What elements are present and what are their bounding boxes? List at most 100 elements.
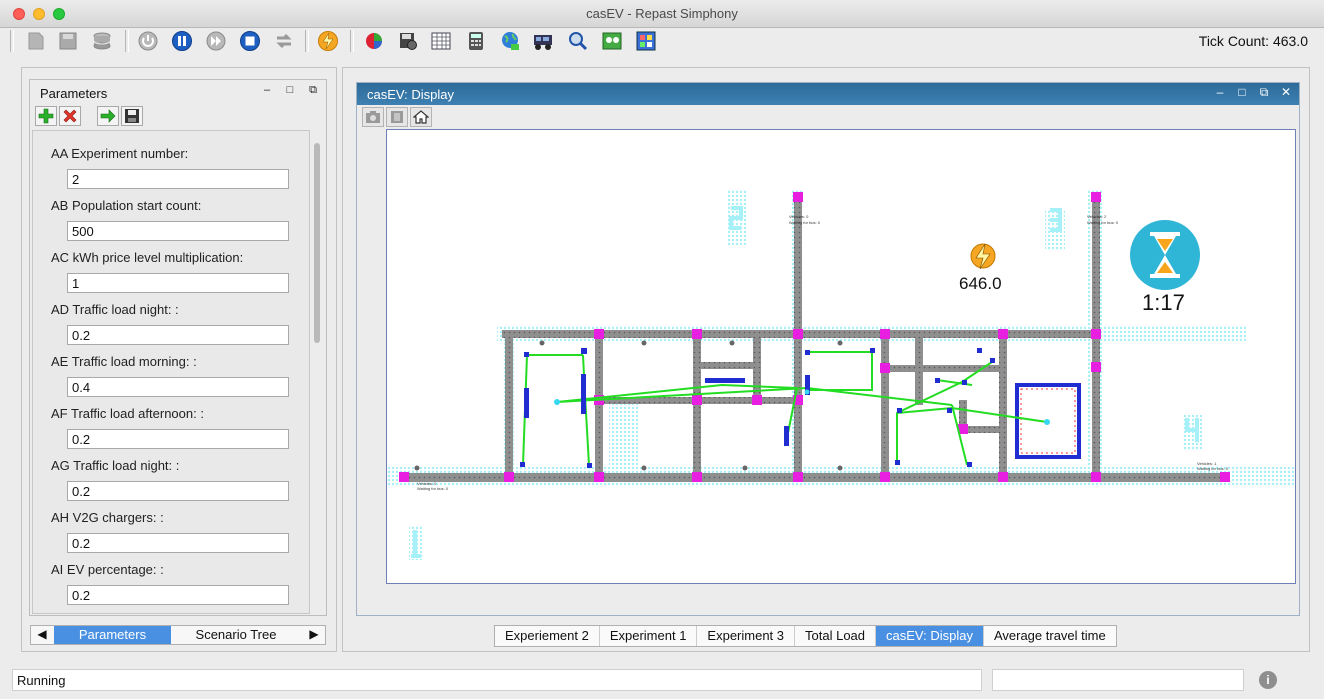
left-tab-bar: ◀ Parameters Scenario Tree ▶: [30, 625, 326, 645]
remove-parameter-button[interactable]: [59, 106, 81, 126]
maximize-panel-button[interactable]: □: [283, 84, 297, 98]
delete-icon: [63, 109, 77, 123]
tab-scenario-tree[interactable]: Scenario Tree: [171, 626, 301, 644]
lightning-icon: [318, 31, 338, 51]
tab-parameters[interactable]: Parameters: [54, 626, 171, 644]
parameter-input-experiment-number[interactable]: 2: [67, 169, 289, 189]
display-maximize-button[interactable]: □: [1234, 85, 1250, 101]
parameter-label: AA Experiment number:: [51, 146, 189, 161]
reset-icon: [276, 33, 292, 49]
parameter-label: AC kWh price level multiplication:: [51, 250, 244, 265]
parameters-title: Parameters: [40, 86, 108, 101]
database-icon: [93, 32, 111, 50]
init-icon: [138, 31, 158, 51]
info-icon[interactable]: i: [1259, 671, 1277, 689]
energy-value: 646.0: [959, 274, 1002, 293]
svg-text:Waiting for bus: 0: Waiting for bus: 0: [789, 220, 821, 225]
pause-button[interactable]: [169, 29, 195, 53]
parameter-input-traffic-load-afternoon[interactable]: 0.2: [67, 429, 289, 449]
toolbar-separator: [350, 30, 354, 52]
grid-icon: [431, 32, 451, 50]
snapshot-button[interactable]: [362, 107, 384, 127]
chart-icon: [366, 33, 382, 49]
camera-icon: [366, 111, 380, 123]
scrollbar-thumb[interactable]: [314, 143, 320, 343]
parameter-label: AH V2G chargers: :: [51, 510, 164, 525]
arrow-right-icon: [100, 109, 116, 123]
model-button[interactable]: [633, 29, 659, 53]
display-title: casEV: Display: [367, 87, 454, 102]
status-text: Running: [12, 669, 982, 691]
tab-total-load[interactable]: Total Load: [795, 626, 877, 646]
tab-scroll-right-button[interactable]: ▶: [303, 626, 325, 644]
init-button[interactable]: [135, 29, 161, 53]
run-button[interactable]: [315, 29, 341, 53]
search-icon: [569, 32, 588, 51]
save-project-icon: [28, 32, 44, 50]
calculator-button[interactable]: [463, 29, 489, 53]
tab-experiement-2[interactable]: Experiement 2: [495, 626, 600, 646]
time-value: 1:17: [1142, 290, 1185, 315]
bottom-tab-bar: Experiement 2 Experiment 1 Experiment 3 …: [494, 625, 1117, 647]
parameter-label: AG Traffic load night: :: [51, 458, 180, 473]
toolbar-separator: [305, 30, 309, 52]
parameter-input-kwh-price-multiplication[interactable]: 1: [67, 273, 289, 293]
parameters-box: Parameters – □ ⧉ AA Experiment number: 2…: [29, 79, 327, 616]
tab-casev-display[interactable]: casEV: Display: [876, 626, 984, 646]
restore-panel-button[interactable]: ⧉: [306, 84, 320, 98]
parameter-label: AD Traffic load night: :: [51, 302, 179, 317]
tab-average-travel-time[interactable]: Average travel time: [984, 626, 1116, 646]
display-close-button[interactable]: ✕: [1278, 85, 1294, 101]
add-parameter-button[interactable]: [35, 106, 57, 126]
grid-button[interactable]: [428, 29, 454, 53]
display-restore-button[interactable]: ⧉: [1256, 85, 1272, 101]
parameter-input-v2g-chargers[interactable]: 0.2: [67, 533, 289, 553]
movie-button[interactable]: [386, 107, 408, 127]
search-button[interactable]: [565, 29, 591, 53]
batch-button[interactable]: [530, 29, 556, 53]
parameter-input-population-start-count[interactable]: 500: [67, 221, 289, 241]
display-minimize-button[interactable]: –: [1212, 85, 1228, 101]
parameter-label: AI EV percentage: :: [51, 562, 164, 577]
save-parameters-button[interactable]: [121, 106, 143, 126]
parameter-input-traffic-load-morning[interactable]: 0.4: [67, 377, 289, 397]
chart-button[interactable]: [361, 29, 387, 53]
tab-scroll-left-button[interactable]: ◀: [31, 626, 53, 644]
road-network-map: Vehicles: 0 Waiting for bus: 0 Vehicles:…: [387, 190, 1295, 560]
display-window: casEV: Display – □ ⧉ ✕ Vehicles: 0 Waiti…: [356, 82, 1300, 616]
image-button[interactable]: [599, 29, 625, 53]
reset-button[interactable]: [271, 29, 297, 53]
parameters-header: Parameters – □ ⧉: [30, 80, 326, 104]
home-view-button[interactable]: [410, 107, 432, 127]
import-parameters-button[interactable]: [97, 106, 119, 126]
globe-button[interactable]: [497, 29, 523, 53]
status-bar: Running i: [0, 667, 1324, 699]
save-project-button[interactable]: [23, 29, 49, 53]
parameters-scrollbar[interactable]: [312, 133, 322, 611]
parameter-input-ev-percentage[interactable]: 0.2: [67, 585, 289, 605]
tab-experiment-1[interactable]: Experiment 1: [600, 626, 698, 646]
settings-icon: [400, 33, 417, 50]
simulation-canvas[interactable]: Vehicles: 0 Waiting for bus: 0 Vehicles:…: [386, 129, 1296, 584]
svg-text:Waiting for bus: 0: Waiting for bus: 0: [1197, 466, 1229, 471]
parameters-panel: Parameters – □ ⧉ AA Experiment number: 2…: [21, 67, 337, 652]
parameter-input-traffic-load-night[interactable]: 0.2: [67, 325, 289, 345]
pause-icon: [172, 31, 192, 51]
step-button[interactable]: [203, 29, 229, 53]
svg-text:Waiting for bus: 0: Waiting for bus: 0: [417, 486, 449, 491]
parameter-input-traffic-load-night-2[interactable]: 0.2: [67, 481, 289, 501]
tick-count-label: Tick Count: 463.0: [1198, 33, 1308, 49]
energy-icon: [970, 243, 996, 270]
minimize-panel-button[interactable]: –: [260, 84, 274, 98]
toolbar-grip: [10, 30, 14, 52]
parameter-label: AF Traffic load afternoon: :: [51, 406, 204, 421]
parameter-label: AE Traffic load morning: :: [51, 354, 197, 369]
tab-experiment-3[interactable]: Experiment 3: [697, 626, 796, 646]
settings-button[interactable]: [395, 29, 421, 53]
database-button[interactable]: [89, 29, 115, 53]
stop-button[interactable]: [237, 29, 263, 53]
save-button[interactable]: [55, 29, 81, 53]
svg-text:Vehicles: 0: Vehicles: 0: [789, 214, 809, 219]
toolbar-separator: [125, 30, 129, 52]
window-titlebar: casEV - Repast Simphony: [0, 0, 1324, 28]
